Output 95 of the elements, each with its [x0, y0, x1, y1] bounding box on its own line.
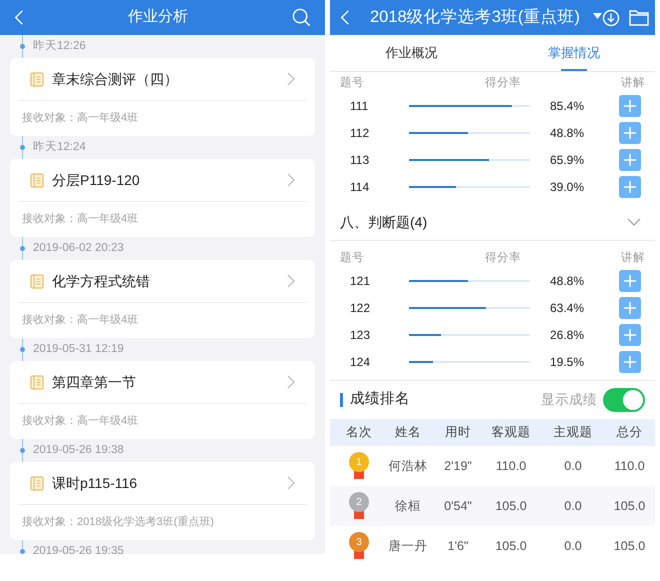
table-cell-text: 徐桓: [395, 498, 421, 515]
score-rate: 39.0%: [550, 178, 586, 196]
timestamp: 2019-05-31 12:19: [33, 342, 124, 357]
chevron-right-icon[interactable]: [287, 375, 295, 389]
column-header: 讲解: [621, 76, 645, 91]
rank-medal: 3: [349, 532, 369, 552]
rank-medal: 2: [349, 492, 369, 512]
plus-button[interactable]: [619, 122, 641, 144]
tab[interactable]: 掌握情况: [492, 35, 655, 71]
assignment-title[interactable]: 课时p115-116: [52, 472, 287, 494]
table-cell-text: 0'54": [444, 498, 472, 515]
back-icon[interactable]: [14, 9, 24, 26]
search-icon[interactable]: [292, 8, 311, 27]
column-header: 名次: [345, 424, 373, 442]
plus-button[interactable]: [619, 176, 641, 198]
score-rate: 19.5%: [550, 354, 586, 370]
plus-button[interactable]: [619, 350, 641, 372]
score-rate: 48.8%: [550, 272, 586, 290]
chevron-right-icon[interactable]: [287, 274, 295, 288]
document-icon: [30, 274, 44, 288]
plus-button[interactable]: [619, 148, 641, 170]
table-cell-text: 0.0: [564, 458, 582, 475]
document-icon: [30, 172, 44, 188]
question-number: 111: [350, 98, 370, 114]
timestamp: 2019-05-26 19:35: [33, 544, 124, 554]
score-rate: 48.8%: [550, 124, 586, 142]
recipient-text: 接收对象：高一年级4班: [22, 212, 138, 228]
toggle-switch[interactable]: [603, 388, 645, 412]
assignment-title[interactable]: 第四章第一节: [52, 372, 287, 392]
table-cell-text: 0.0: [564, 498, 582, 515]
recipient-text: 接收对象：高一年级4班: [22, 312, 138, 328]
question-number: 114: [350, 178, 370, 196]
table-cell-text: 何浩林: [388, 458, 428, 475]
question-number: 124: [350, 354, 372, 370]
tab[interactable]: 作业概况: [330, 35, 492, 71]
column-header: 客观题: [490, 424, 532, 442]
timestamp: 昨天12:24: [33, 140, 86, 155]
recipient-text: 接收对象：高一年级4班: [22, 110, 138, 126]
document-icon: [30, 476, 44, 490]
plus-button[interactable]: [619, 296, 641, 318]
chevron-right-icon[interactable]: [287, 173, 295, 187]
assignment-title[interactable]: 分层P119-120: [52, 170, 287, 190]
question-number: 113: [350, 152, 370, 168]
chevron-right-icon[interactable]: [287, 476, 295, 490]
question-number: 122: [350, 300, 372, 316]
table-cell-text: 110.0: [496, 458, 526, 475]
rank-medal: 1: [349, 452, 369, 472]
chevron-right-icon[interactable]: [287, 72, 295, 86]
recipient-text: 接收对象：2018级化学选考3班(重点班): [22, 514, 214, 530]
score-rate: 26.8%: [550, 326, 586, 344]
table-cell-text: 105.0: [495, 538, 527, 555]
tab-underline: [560, 69, 587, 71]
document-icon: [30, 72, 44, 86]
score-rate: 85.4%: [550, 98, 586, 114]
question-number: 112: [350, 124, 370, 142]
screen-title: 2018级化学选考3班(重点班): [370, 7, 581, 28]
column-header: 题号: [340, 76, 365, 91]
score-rate: 65.9%: [550, 152, 586, 168]
timestamp: 2019-06-02 20:23: [33, 240, 124, 256]
table-cell-text: 唐一丹: [388, 538, 428, 555]
timestamp: 昨天12:26: [33, 38, 86, 54]
accent-bar: [340, 393, 343, 407]
column-header: 讲解: [621, 250, 645, 266]
table-cell-text: 1'6": [448, 538, 468, 555]
assignment-title[interactable]: 章末综合测评（四）: [52, 68, 287, 90]
table-cell-text: 105.0: [495, 498, 527, 515]
screen-title: 作业分析: [127, 7, 189, 28]
question-number: 123: [350, 326, 372, 344]
score-rate: 63.4%: [550, 300, 586, 316]
section-heading: 八、判断题(4): [340, 212, 428, 232]
toggle-label: 显示成绩: [541, 390, 597, 409]
question-number: 121: [350, 272, 372, 290]
table-cell-text: 110.0: [614, 458, 645, 475]
plus-button[interactable]: [619, 270, 641, 292]
table-cell-text: 105.0: [614, 498, 646, 515]
table-cell-text: 2'19": [444, 458, 472, 475]
plus-button[interactable]: [619, 324, 641, 346]
column-header: 得分率: [485, 76, 522, 91]
table-cell-text: 105.0: [614, 538, 646, 555]
recipient-text: 接收对象：高一年级4班: [22, 414, 138, 430]
document-icon: [30, 374, 44, 390]
column-header: 题号: [340, 250, 365, 266]
assignment-title[interactable]: 化学方程式统错: [52, 270, 287, 292]
column-header: 总分: [616, 424, 644, 442]
timestamp: 2019-05-26 19:38: [33, 442, 124, 458]
plus-button[interactable]: [619, 94, 641, 116]
column-header: 主观题: [552, 424, 594, 442]
back-icon[interactable]: [340, 9, 350, 26]
chevron-down-icon[interactable]: [627, 218, 641, 226]
folder-icon[interactable]: [629, 9, 649, 26]
table-cell-text: 0.0: [564, 538, 582, 555]
column-header: 得分率: [485, 250, 522, 266]
section-heading: 成绩排名: [350, 390, 411, 410]
column-header: 姓名: [394, 424, 422, 442]
column-header: 用时: [444, 424, 472, 442]
